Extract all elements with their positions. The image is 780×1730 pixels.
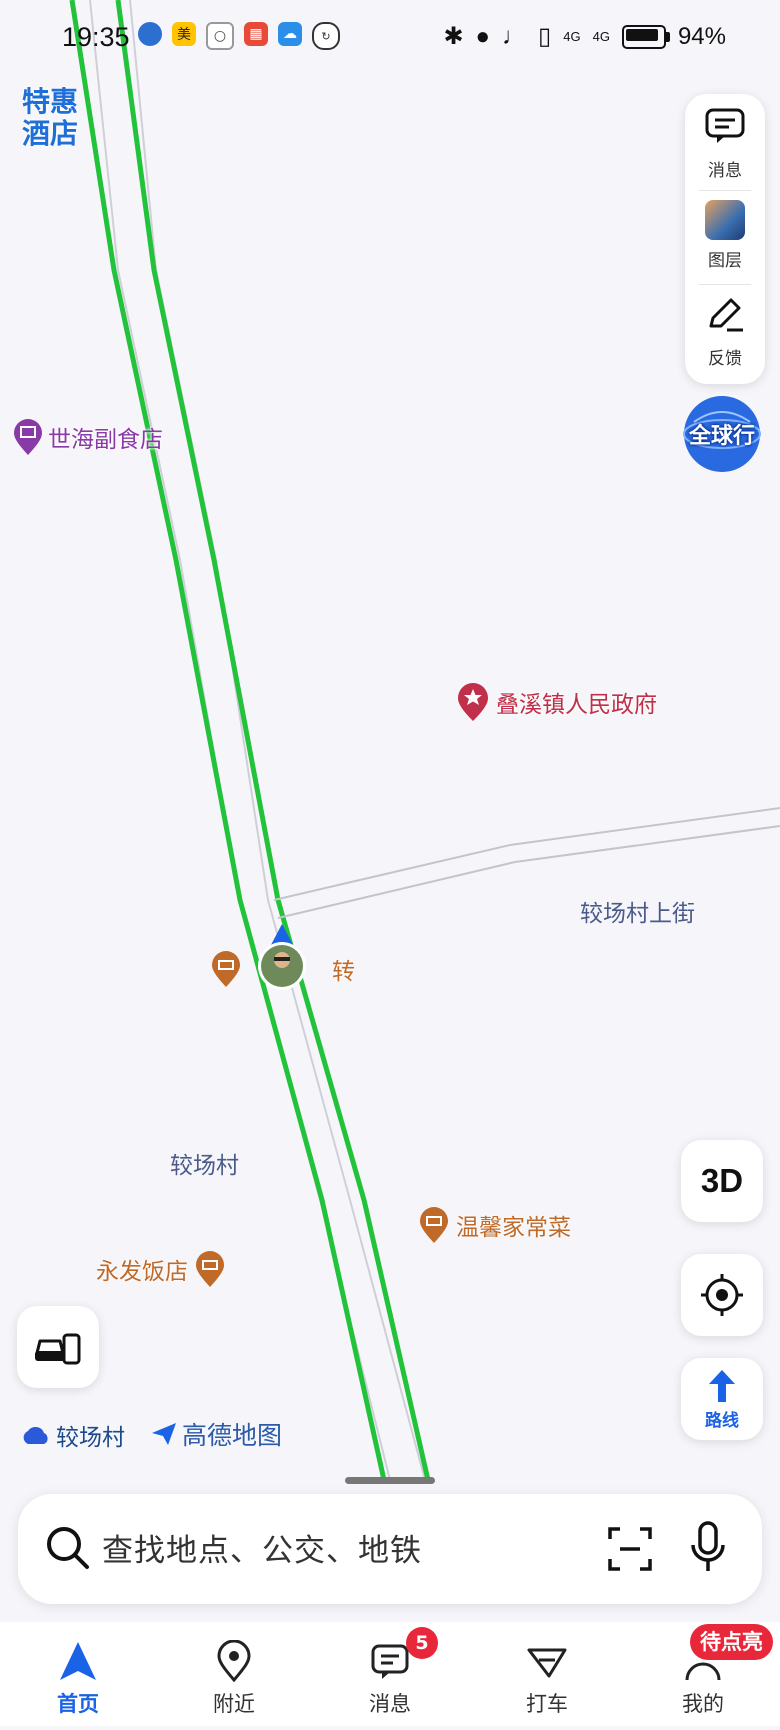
location-pin-icon <box>217 1640 251 1682</box>
car-phone-icon <box>35 1333 81 1365</box>
search-icon <box>47 1527 89 1569</box>
vibrate-icon: ▯ <box>538 23 552 50</box>
map-canvas[interactable] <box>0 0 780 1726</box>
layers-tool-button[interactable]: 图层 <box>685 190 765 284</box>
area-label-upper-street: 较场村上街 <box>580 901 695 927</box>
poi-shop-label: 世海副食店 <box>48 427 163 453</box>
route-button[interactable]: 路线 <box>681 1358 763 1440</box>
restaurant-pin-icon <box>212 951 240 987</box>
heading-arrow-icon <box>258 924 306 990</box>
chat-app-icon: ○ <box>206 22 234 50</box>
sync-app-icon: ↻ <box>312 22 340 50</box>
poi-restaurant-wenxin-label: 温馨家常菜 <box>456 1215 571 1241</box>
current-location-marker[interactable] <box>254 922 310 994</box>
feedback-tool-label: 反馈 <box>708 349 742 369</box>
route-arrow-icon <box>709 1369 735 1402</box>
route-button-label: 路线 <box>705 1410 739 1431</box>
layers-avatar <box>705 200 745 240</box>
messages-tool-label: 消息 <box>708 161 742 181</box>
map-watermark: 高德地图 <box>150 1416 282 1452</box>
sheet-drag-handle[interactable] <box>345 1477 435 1484</box>
feedback-pencil-icon <box>709 298 743 332</box>
search-input[interactable]: 查找地点、公交、地铁 <box>102 1525 422 1570</box>
tab-home-label: 首页 <box>57 1692 99 1716</box>
locate-button[interactable] <box>681 1254 763 1336</box>
hotel-badge-line2: 酒店 <box>22 117 79 150</box>
tab-taxi-label: 打车 <box>526 1692 568 1716</box>
calendar-app-icon: ▦ <box>244 22 268 46</box>
message-icon <box>705 108 745 143</box>
battery-percent: 94% <box>677 22 726 50</box>
tab-profile-label: 我的 <box>682 1692 724 1716</box>
poi-restaurant-yongfa[interactable]: 永发饭店 <box>96 1250 226 1288</box>
battery-icon <box>621 24 670 49</box>
poi-government-label: 叠溪镇人民政府 <box>496 692 657 718</box>
globe-app-icon <box>138 22 162 46</box>
government-pin-icon <box>458 683 488 721</box>
poi-restaurant-nearby-label: 转 <box>332 959 355 985</box>
messages-unread-badge: 5 <box>406 1627 438 1659</box>
feedback-tool-button[interactable]: 反馈 <box>685 284 765 384</box>
tab-home[interactable]: 首页 <box>18 1622 138 1726</box>
map-roads <box>69 0 780 1481</box>
watermark-text: 高德地图 <box>182 1421 283 1450</box>
bluetooth-icon: ✱ <box>443 23 464 50</box>
status-indicators: ✱ ● ♩ ▯ 4G 4G 94% <box>443 22 726 51</box>
tab-messages-label: 消息 <box>369 1692 411 1716</box>
scan-icon[interactable] <box>608 1527 652 1571</box>
poi-restaurant-wenxin[interactable]: 温馨家常菜 <box>418 1206 571 1244</box>
status-bar: 19:35 美 ○ ▦ ☁ ↻ ✱ ● ♩ ▯ 4G 4G 94% <box>0 0 780 72</box>
tab-nearby-label: 附近 <box>213 1692 255 1716</box>
search-card: 查找地点、公交、地铁 <box>18 1494 762 1604</box>
taxi-flag-icon <box>527 1648 567 1678</box>
microphone-icon[interactable] <box>690 1521 726 1573</box>
messages-tool-button[interactable]: 消息 <box>685 94 765 190</box>
restaurant-pin-icon <box>420 1207 448 1243</box>
signal-2-icon: 4G <box>592 29 610 44</box>
poi-shop[interactable]: 世海副食店 <box>12 418 163 456</box>
shop-pin-icon <box>14 419 42 455</box>
mic-status-icon: ♩ <box>502 22 527 50</box>
poi-restaurant-yongfa-label: 永发饭店 <box>96 1259 188 1285</box>
3d-toggle-button[interactable]: 3D <box>681 1140 763 1222</box>
status-time: 19:35 <box>62 22 130 52</box>
profile-promo-badge: 待点亮 <box>690 1624 773 1660</box>
status-app-icons: 美 ○ ▦ ☁ ↻ <box>138 22 340 50</box>
tab-taxi[interactable]: 打车 <box>487 1622 607 1726</box>
tab-nearby[interactable]: 附近 <box>174 1622 294 1726</box>
crosshair-icon <box>701 1274 743 1316</box>
navigation-arrow-icon <box>60 1642 96 1680</box>
weather-indicator: 较场村 <box>20 1418 125 1452</box>
chat-bubble-icon <box>371 1644 409 1679</box>
meituan-app-icon: 美 <box>172 22 196 46</box>
location-icon: ● <box>475 22 491 50</box>
special-hotel-button[interactable]: 特惠 酒店 <box>22 86 96 160</box>
bottom-tab-bar: 首页 附近 消息 打车 我的 <box>0 1622 780 1726</box>
amap-logo-icon <box>152 1423 176 1445</box>
map-tools-panel: 消息 图层 反馈 <box>685 94 765 384</box>
weather-location-text: 较场村 <box>56 1425 125 1451</box>
cloud-icon <box>23 1426 48 1444</box>
weather-app-icon: ☁ <box>278 22 302 46</box>
hotel-badge-line1: 特惠 <box>22 85 79 118</box>
restaurant-pin-icon <box>196 1251 224 1287</box>
signal-1-icon: 4G <box>563 29 581 44</box>
global-travel-label: 全球行 <box>688 424 755 449</box>
layers-tool-label: 图层 <box>708 251 742 271</box>
poi-government[interactable]: 叠溪镇人民政府 <box>456 682 657 722</box>
area-label-village: 较场村 <box>170 1153 239 1179</box>
ride-hailing-shortcut-button[interactable] <box>17 1306 99 1388</box>
